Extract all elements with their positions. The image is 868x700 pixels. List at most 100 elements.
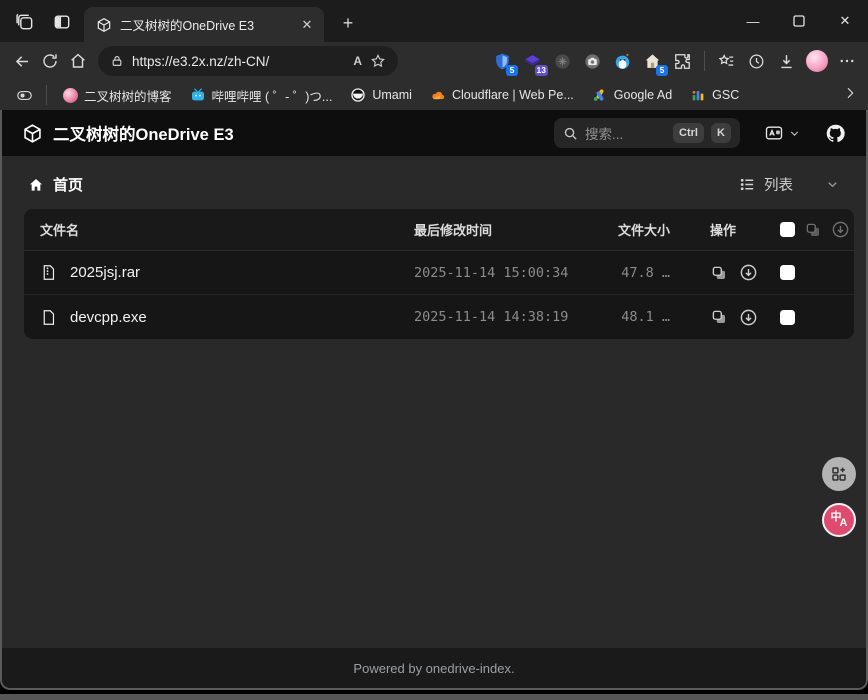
shield-extension-icon[interactable]: 5 xyxy=(489,48,516,75)
purple-extension-icon[interactable]: 13 xyxy=(519,48,546,75)
breadcrumb-home-label: 首页 xyxy=(53,174,83,195)
close-window-icon[interactable]: ✕ xyxy=(822,0,868,42)
bookmark-blog[interactable]: 二叉树树的博客 xyxy=(54,83,180,108)
favorites-hub-icon[interactable] xyxy=(713,48,740,75)
download-all-icon[interactable] xyxy=(831,220,850,239)
copy-link-icon[interactable] xyxy=(710,264,728,282)
bookmarks-divider xyxy=(46,85,47,105)
table-header: 文件名 最后修改时间 文件大小 操作 xyxy=(24,209,854,251)
favorite-star-icon[interactable] xyxy=(370,53,386,69)
bookmark-bilibili[interactable]: 哔哩哔哩 ( ゜- ゜)つ... xyxy=(182,83,341,108)
gsc-favicon xyxy=(690,87,706,103)
select-all-checkbox[interactable] xyxy=(780,222,795,237)
github-icon xyxy=(825,123,846,144)
bilibili-favicon xyxy=(190,87,206,103)
chevron-down-icon xyxy=(788,127,801,140)
sidebar-panel-icon[interactable] xyxy=(10,83,39,108)
search-placeholder: 搜索... xyxy=(585,123,666,143)
copy-all-icon[interactable] xyxy=(804,221,822,239)
col-size: 文件大小 xyxy=(606,220,670,239)
language-switcher[interactable] xyxy=(764,123,801,143)
cloudflare-favicon xyxy=(430,87,446,103)
site-title: 二叉树树的OneDrive E3 xyxy=(53,121,234,145)
dim-extension-icon[interactable] xyxy=(549,48,576,75)
window-controls: — ✕ xyxy=(730,0,868,42)
view-toggle[interactable]: 列表 xyxy=(739,174,840,195)
col-actions: 操作 xyxy=(670,220,752,239)
bookmark-label: Cloudflare | Web Pe... xyxy=(452,88,574,102)
bookmark-label: Umami xyxy=(372,88,412,102)
bookmark-umami[interactable]: Umami xyxy=(342,84,420,106)
table-row[interactable]: 2025jsj.rar 2025-11-14 15:00:34 47.8 … xyxy=(24,251,854,295)
blog-favicon xyxy=(62,87,78,103)
search-input[interactable]: 搜索... Ctrl K xyxy=(554,118,740,148)
github-link[interactable] xyxy=(825,123,846,144)
copy-link-icon[interactable] xyxy=(710,308,728,326)
workspaces-icon[interactable] xyxy=(12,9,38,35)
bookmark-label: 二叉树树的博客 xyxy=(84,86,172,105)
refresh-icon[interactable] xyxy=(36,47,64,75)
extensions-puzzle-icon[interactable] xyxy=(669,48,696,75)
penguin-extension-icon[interactable] xyxy=(609,48,636,75)
file-modified: 2025-11-14 14:38:19 xyxy=(414,309,606,325)
file-name[interactable]: 2025jsj.rar xyxy=(70,264,140,281)
shield-badge: 5 xyxy=(506,65,518,76)
bookmark-label: 哔哩哔哩 ( ゜- ゜)つ... xyxy=(212,86,333,105)
tab-actions-icon[interactable] xyxy=(49,9,75,35)
home-icon[interactable] xyxy=(64,47,92,75)
file-icon xyxy=(40,309,57,326)
downloads-icon[interactable] xyxy=(773,48,800,75)
toolbar-divider xyxy=(704,51,705,71)
bookmarks-overflow-chevron-icon[interactable] xyxy=(842,85,858,106)
new-tab-button[interactable]: + xyxy=(336,11,360,35)
history-icon[interactable] xyxy=(743,48,770,75)
search-icon xyxy=(563,126,578,141)
active-tab[interactable]: 二叉树树的OneDrive E3 ✕ xyxy=(84,7,324,42)
bookmark-gsc[interactable]: GSC xyxy=(682,84,747,106)
site-header: 二叉树树的OneDrive E3 搜索... Ctrl K xyxy=(2,110,866,156)
bookmark-label: Google Ad xyxy=(614,88,672,102)
bookmark-google-ads[interactable]: Google Ad xyxy=(584,84,680,106)
purple-extension-badge: 13 xyxy=(535,65,548,76)
language-icon xyxy=(764,123,784,143)
row-checkbox[interactable] xyxy=(780,310,795,325)
home-breadcrumb-icon xyxy=(28,177,44,193)
list-view-icon xyxy=(739,176,756,193)
taskbar-edge xyxy=(0,694,868,700)
col-filename: 文件名 xyxy=(40,220,414,239)
site-footer: Powered by onedrive-index. xyxy=(2,648,866,688)
profile-avatar[interactable] xyxy=(803,48,830,75)
read-aloud-icon[interactable]: A xyxy=(353,54,362,68)
lock-icon xyxy=(110,54,124,68)
file-modified: 2025-11-14 15:00:34 xyxy=(414,265,606,281)
tab-favicon-cube-icon xyxy=(96,17,112,33)
bookmarks-bar: 二叉树树的博客 哔哩哔哩 ( ゜- ゜)つ... Umami Cloudflar… xyxy=(0,80,868,110)
translate-fab[interactable]: 中 A xyxy=(822,503,856,537)
web-content: 二叉树树的OneDrive E3 搜索... Ctrl K 首页 列表 xyxy=(0,110,868,690)
more-menu-icon[interactable] xyxy=(833,48,860,75)
col-modified: 最后修改时间 xyxy=(414,220,606,239)
google-ads-favicon xyxy=(592,87,608,103)
maximize-icon[interactable] xyxy=(776,0,822,42)
extensions-area: 5 13 5 xyxy=(489,48,860,75)
browser-toolbar: https://e3.2x.nz/zh-CN/ A 5 13 5 xyxy=(0,42,868,80)
address-bar[interactable]: https://e3.2x.nz/zh-CN/ A xyxy=(98,46,398,76)
tab-close-icon[interactable]: ✕ xyxy=(298,16,316,34)
breadcrumb-row: 首页 列表 xyxy=(2,156,866,207)
file-name[interactable]: devcpp.exe xyxy=(70,309,147,326)
file-size: 48.1 … xyxy=(606,309,670,325)
tab-title: 二叉树树的OneDrive E3 xyxy=(120,15,290,34)
collector-fab-grid-icon[interactable] xyxy=(822,457,856,491)
url-text[interactable]: https://e3.2x.nz/zh-CN/ xyxy=(132,54,345,69)
site-logo-cube-icon xyxy=(22,123,43,144)
row-checkbox[interactable] xyxy=(780,265,795,280)
breadcrumb[interactable]: 首页 xyxy=(28,174,83,195)
kbd-ctrl: Ctrl xyxy=(673,123,704,143)
table-row[interactable]: devcpp.exe 2025-11-14 14:38:19 48.1 … xyxy=(24,295,854,339)
archive-file-icon xyxy=(40,264,57,281)
bookmark-cloudflare[interactable]: Cloudflare | Web Pe... xyxy=(422,84,582,106)
minimize-icon[interactable]: — xyxy=(730,0,776,42)
back-icon[interactable] xyxy=(8,47,36,75)
house-extension-icon[interactable]: 5 xyxy=(639,48,666,75)
camera-extension-icon[interactable] xyxy=(579,48,606,75)
